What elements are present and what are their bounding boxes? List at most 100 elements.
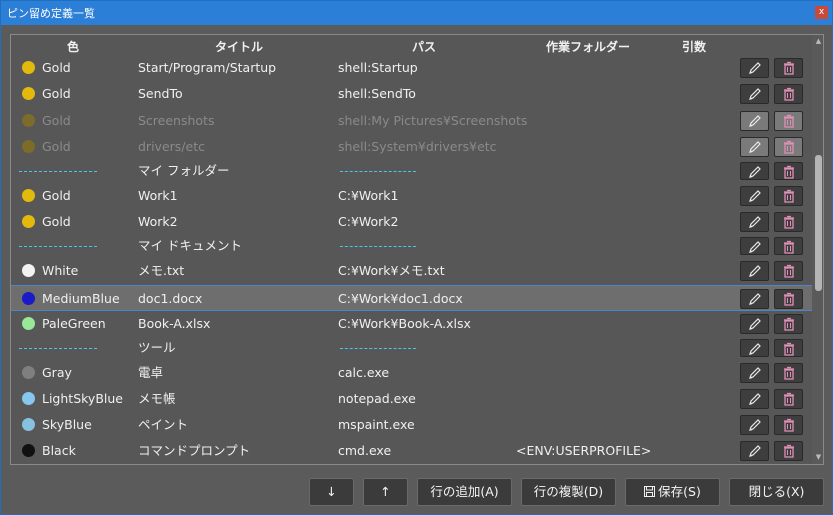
title-cell[interactable]: コマンドプロンプト: [138, 438, 250, 464]
edit-row-button[interactable]: [740, 58, 769, 78]
header-workdir[interactable]: 作業フォルダー: [546, 38, 630, 55]
table-row[interactable]: Gold Screenshots shell:My Pictures¥Screens…: [11, 108, 823, 134]
table-row[interactable]: Gold Work2 C:¥Work2: [11, 209, 823, 235]
delete-row-button[interactable]: [774, 363, 803, 383]
path-cell[interactable]: C:¥Work¥メモ.txt: [338, 258, 445, 284]
move-up-button[interactable]: ↑: [363, 478, 408, 506]
close-window-button[interactable]: x: [815, 6, 828, 19]
table-row[interactable]: Gray 電卓 calc.exe: [11, 360, 823, 386]
title-cell[interactable]: Screenshots: [138, 108, 214, 134]
color-name-cell[interactable]: Gold: [42, 81, 71, 107]
path-cell[interactable]: C:¥Work2: [338, 209, 399, 235]
table-row[interactable]: Black コマンドプロンプト cmd.exe <ENV:USERPROFILE>: [11, 438, 823, 464]
delete-row-button[interactable]: [774, 415, 803, 435]
edit-row-button[interactable]: [740, 261, 769, 281]
delete-row-button[interactable]: [774, 137, 803, 157]
edit-row-button[interactable]: [740, 289, 769, 309]
color-name-cell[interactable]: Gold: [42, 183, 71, 209]
save-button[interactable]: 保存(S): [625, 478, 720, 506]
title-cell[interactable]: drivers/etc: [138, 134, 205, 160]
path-cell[interactable]: shell:My Pictures¥Screenshots: [338, 108, 527, 134]
color-name-cell[interactable]: LightSkyBlue: [42, 386, 123, 412]
scroll-down-arrow-icon[interactable]: ▼: [814, 453, 823, 461]
title-cell[interactable]: ペイント: [138, 412, 188, 438]
add-row-button[interactable]: 行の追加(A): [417, 478, 512, 506]
title-cell[interactable]: メモ帳: [138, 386, 176, 412]
title-cell[interactable]: SendTo: [138, 81, 183, 107]
edit-row-button[interactable]: [740, 186, 769, 206]
edit-row-button[interactable]: [740, 137, 769, 157]
title-cell[interactable]: メモ.txt: [138, 258, 184, 284]
path-cell[interactable]: shell:Startup: [338, 55, 418, 81]
title-bar[interactable]: ピン留め定義一覧 x: [1, 1, 832, 25]
table-row[interactable]: Gold drivers/etc shell:System¥drivers¥etc: [11, 134, 823, 160]
title-cell[interactable]: Work1: [138, 183, 178, 209]
delete-row-button[interactable]: [774, 261, 803, 281]
separator-row[interactable]: マイ フォルダー: [11, 160, 823, 182]
path-cell[interactable]: mspaint.exe: [338, 412, 415, 438]
path-cell[interactable]: shell:System¥drivers¥etc: [338, 134, 497, 160]
table-row[interactable]: White メモ.txt C:¥Work¥メモ.txt: [11, 258, 823, 284]
edit-row-button[interactable]: [740, 339, 769, 357]
edit-row-button[interactable]: [740, 314, 769, 334]
delete-row-button[interactable]: [774, 289, 803, 309]
delete-row-button[interactable]: [774, 441, 803, 461]
path-cell[interactable]: calc.exe: [338, 360, 389, 386]
header-args[interactable]: 引数: [682, 38, 706, 55]
workdir-cell[interactable]: <ENV:USERPROFILE>: [516, 438, 651, 464]
color-name-cell[interactable]: MediumBlue: [42, 286, 120, 312]
color-name-cell[interactable]: SkyBlue: [42, 412, 92, 438]
delete-row-button[interactable]: [774, 314, 803, 334]
path-cell[interactable]: cmd.exe: [338, 438, 391, 464]
color-name-cell[interactable]: Gold: [42, 108, 71, 134]
title-cell[interactable]: Book-A.xlsx: [138, 311, 210, 337]
color-name-cell[interactable]: Gold: [42, 209, 71, 235]
delete-row-button[interactable]: [774, 212, 803, 232]
color-name-cell[interactable]: PaleGreen: [42, 311, 106, 337]
title-cell[interactable]: Work2: [138, 209, 178, 235]
table-row[interactable]: LightSkyBlue メモ帳 notepad.exe: [11, 386, 823, 412]
path-cell[interactable]: C:¥Work1: [338, 183, 399, 209]
delete-row-button[interactable]: [774, 84, 803, 104]
table-row[interactable]: Gold Start/Program/Startup shell:Startup: [11, 55, 823, 81]
color-name-cell[interactable]: Black: [42, 438, 76, 464]
close-button[interactable]: 閉じる(X): [729, 478, 824, 506]
title-cell[interactable]: 電卓: [138, 360, 163, 386]
color-name-cell[interactable]: Gold: [42, 134, 71, 160]
duplicate-row-button[interactable]: 行の複製(D): [521, 478, 616, 506]
delete-row-button[interactable]: [774, 58, 803, 78]
edit-row-button[interactable]: [740, 415, 769, 435]
color-name-cell[interactable]: Gray: [42, 360, 72, 386]
table-row[interactable]: PaleGreen Book-A.xlsx C:¥Work¥Book-A.xlsx: [11, 311, 823, 337]
separator-row[interactable]: マイ ドキュメント: [11, 235, 823, 257]
delete-row-button[interactable]: [774, 389, 803, 409]
header-color[interactable]: 色: [67, 38, 79, 55]
edit-row-button[interactable]: [740, 111, 769, 131]
separator-row[interactable]: ツール: [11, 337, 823, 359]
edit-row-button[interactable]: [740, 441, 769, 461]
path-cell[interactable]: C:¥Work¥doc1.docx: [338, 286, 463, 312]
edit-row-button[interactable]: [740, 84, 769, 104]
move-down-button[interactable]: ↓: [309, 478, 354, 506]
delete-row-button[interactable]: [774, 162, 803, 180]
delete-row-button[interactable]: [774, 111, 803, 131]
edit-row-button[interactable]: [740, 389, 769, 409]
delete-row-button[interactable]: [774, 186, 803, 206]
table-row[interactable]: SkyBlue ペイント mspaint.exe: [11, 412, 823, 438]
path-cell[interactable]: notepad.exe: [338, 386, 416, 412]
title-cell[interactable]: Start/Program/Startup: [138, 55, 276, 81]
color-name-cell[interactable]: Gold: [42, 55, 71, 81]
edit-row-button[interactable]: [740, 363, 769, 383]
header-title[interactable]: タイトル: [215, 38, 263, 55]
delete-row-button[interactable]: [774, 339, 803, 357]
path-cell[interactable]: shell:SendTo: [338, 81, 416, 107]
table-row[interactable]: Gold Work1 C:¥Work1: [11, 183, 823, 209]
title-cell[interactable]: doc1.docx: [138, 286, 202, 312]
edit-row-button[interactable]: [740, 212, 769, 232]
header-path[interactable]: パス: [412, 38, 436, 55]
path-cell[interactable]: C:¥Work¥Book-A.xlsx: [338, 311, 471, 337]
scroll-thumb[interactable]: [815, 155, 822, 291]
edit-row-button[interactable]: [740, 162, 769, 180]
scroll-up-arrow-icon[interactable]: ▲: [814, 37, 823, 45]
delete-row-button[interactable]: [774, 237, 803, 255]
